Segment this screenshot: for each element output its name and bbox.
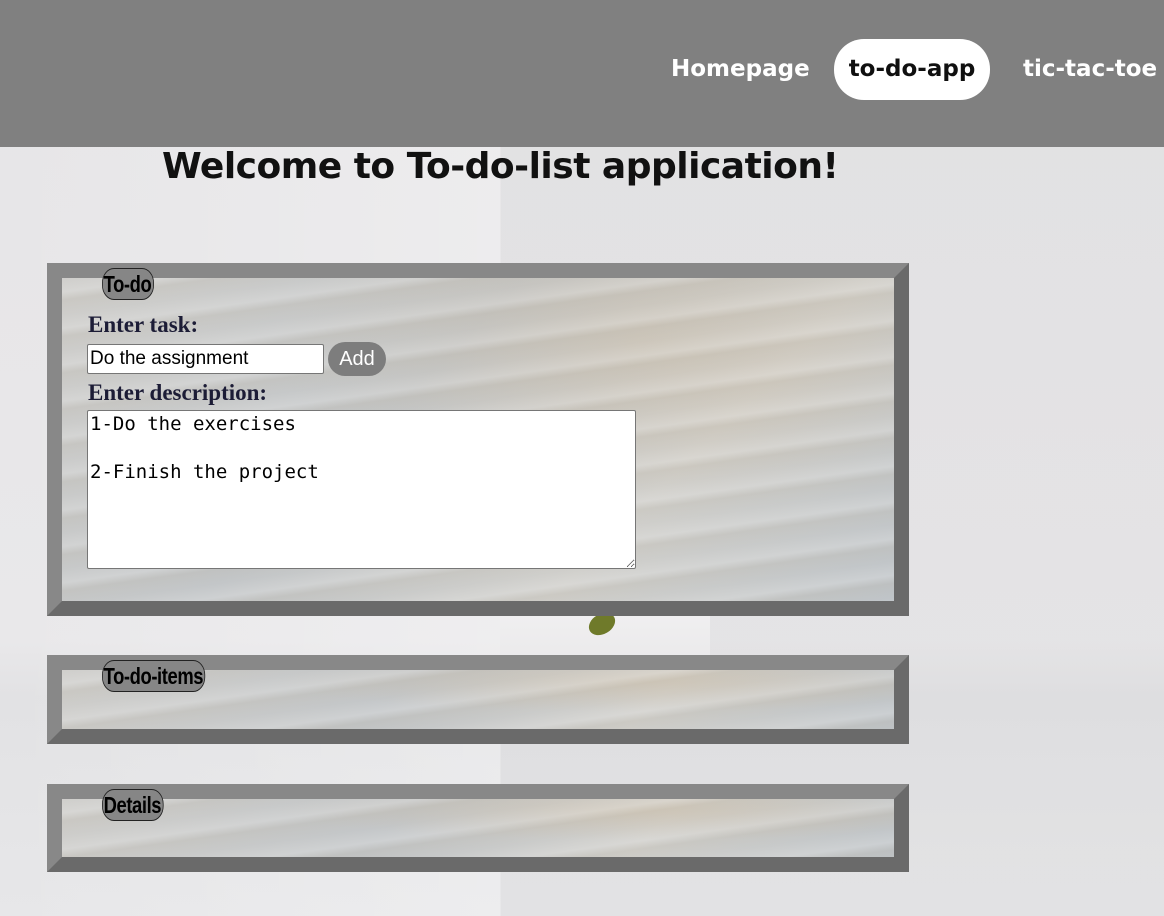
details-panel: Details xyxy=(47,784,909,872)
todo-items-panel: To-do-items xyxy=(47,655,909,744)
todo-panel-legend: To-do xyxy=(102,268,154,300)
task-input[interactable] xyxy=(87,344,324,374)
description-label: Enter description: xyxy=(88,380,268,405)
add-button[interactable]: Add xyxy=(328,342,386,376)
nav-link-to-do-app[interactable]: to-do-app xyxy=(834,39,990,100)
top-navbar: Homepage to-do-app tic-tac-toe xyxy=(0,0,1164,147)
description-textarea[interactable]: 1-Do the exercises 2-Finish the project xyxy=(87,410,636,569)
todo-items-panel-legend: To-do-items xyxy=(102,660,206,692)
nav-link-tic-tac-toe[interactable]: tic-tac-toe xyxy=(1023,39,1157,100)
task-label: Enter task: xyxy=(88,312,199,337)
page-title: Welcome to To-do-list application! xyxy=(162,146,839,187)
details-panel-legend: Details xyxy=(102,789,164,821)
todo-form-panel: To-do Enter task: Add Enter description:… xyxy=(47,263,909,616)
nav-link-homepage[interactable]: Homepage xyxy=(671,39,810,100)
